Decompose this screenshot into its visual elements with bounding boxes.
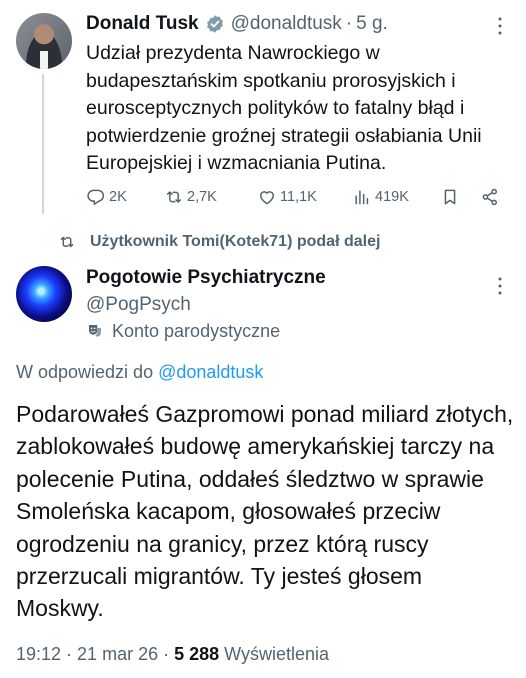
repost-banner[interactable]: Użytkownik Tomi(Kotek71) podał dalej	[58, 230, 380, 254]
bookmark-button[interactable]	[440, 185, 463, 209]
like-count: 11,1K	[280, 189, 317, 205]
avatar-donald-tusk[interactable]	[16, 13, 72, 69]
meta-separator: ·	[61, 644, 78, 664]
repost-icon	[167, 191, 181, 203]
share-icon	[482, 188, 497, 206]
tweet1-timestamp[interactable]: 5 g.	[356, 13, 388, 35]
reply-to-handle-link[interactable]: @donaldtusk	[158, 362, 263, 382]
views-bar-chart-icon	[355, 190, 369, 205]
tweet2-views-count[interactable]: 5 288	[174, 644, 219, 664]
verified-badge-icon	[205, 14, 225, 34]
replying-to-line: W odpowiedzi do @donaldtusk	[16, 362, 263, 383]
tweet2-handle[interactable]: @PogPsych	[86, 294, 191, 316]
tweet1-text: Udział prezydenta Nawrockiego w budapesz…	[86, 42, 482, 174]
like-button[interactable]: 11,1K	[257, 185, 317, 209]
repost-banner-text: Użytkownik Tomi(Kotek71) podał dalej	[90, 233, 381, 250]
views-count: 419K	[375, 189, 409, 205]
tweet1-separator: ·	[345, 13, 353, 34]
tweet2-author-name[interactable]: Pogotowie Psychiatryczne	[86, 267, 326, 289]
more-options-icon[interactable]	[497, 16, 503, 36]
reply-count: 2K	[109, 189, 127, 205]
theater-mask-icon	[89, 325, 101, 337]
tweet1-handle[interactable]: @donaldtusk	[231, 13, 342, 35]
repost-icon	[60, 236, 74, 248]
more-options-icon[interactable]	[497, 276, 503, 296]
tweet2-metadata: 19:12 · 21 mar 26 · 5 288 Wyświetlenia	[16, 644, 329, 665]
bookmark-icon	[444, 189, 456, 205]
tweet1-author-name[interactable]: Donald Tusk	[86, 13, 199, 35]
heart-icon	[259, 191, 275, 205]
meta-separator: ·	[158, 644, 175, 664]
tweet1-header: Donald Tusk @donaldtusk · 5 g.	[86, 12, 388, 36]
views-button[interactable]: 419K	[352, 185, 409, 209]
tweet1-action-bar: 2K 2,7K 11,1K 419K	[86, 185, 506, 209]
tweet2-time[interactable]: 19:12	[16, 644, 61, 664]
share-button[interactable]	[480, 185, 503, 209]
avatar-pogotowie-psychiatryczne[interactable]	[16, 266, 72, 322]
repost-button[interactable]: 2,7K	[164, 185, 217, 209]
parody-label-text: Konto parodystyczne	[112, 320, 281, 341]
reply-icon	[87, 189, 105, 206]
parody-account-label: Konto parodystyczne	[86, 320, 280, 342]
tweet2-views-label: Wyświetlenia	[219, 644, 330, 664]
tweet2-date[interactable]: 21 mar 26	[77, 644, 158, 664]
tweet2-text: Podarowałeś Gazpromowi ponad miliard zło…	[16, 401, 514, 622]
thread-connector-line	[42, 74, 44, 214]
reply-button[interactable]: 2K	[86, 185, 127, 209]
repost-count: 2,7K	[187, 189, 217, 205]
reply-prefix: W odpowiedzi do	[16, 362, 159, 382]
